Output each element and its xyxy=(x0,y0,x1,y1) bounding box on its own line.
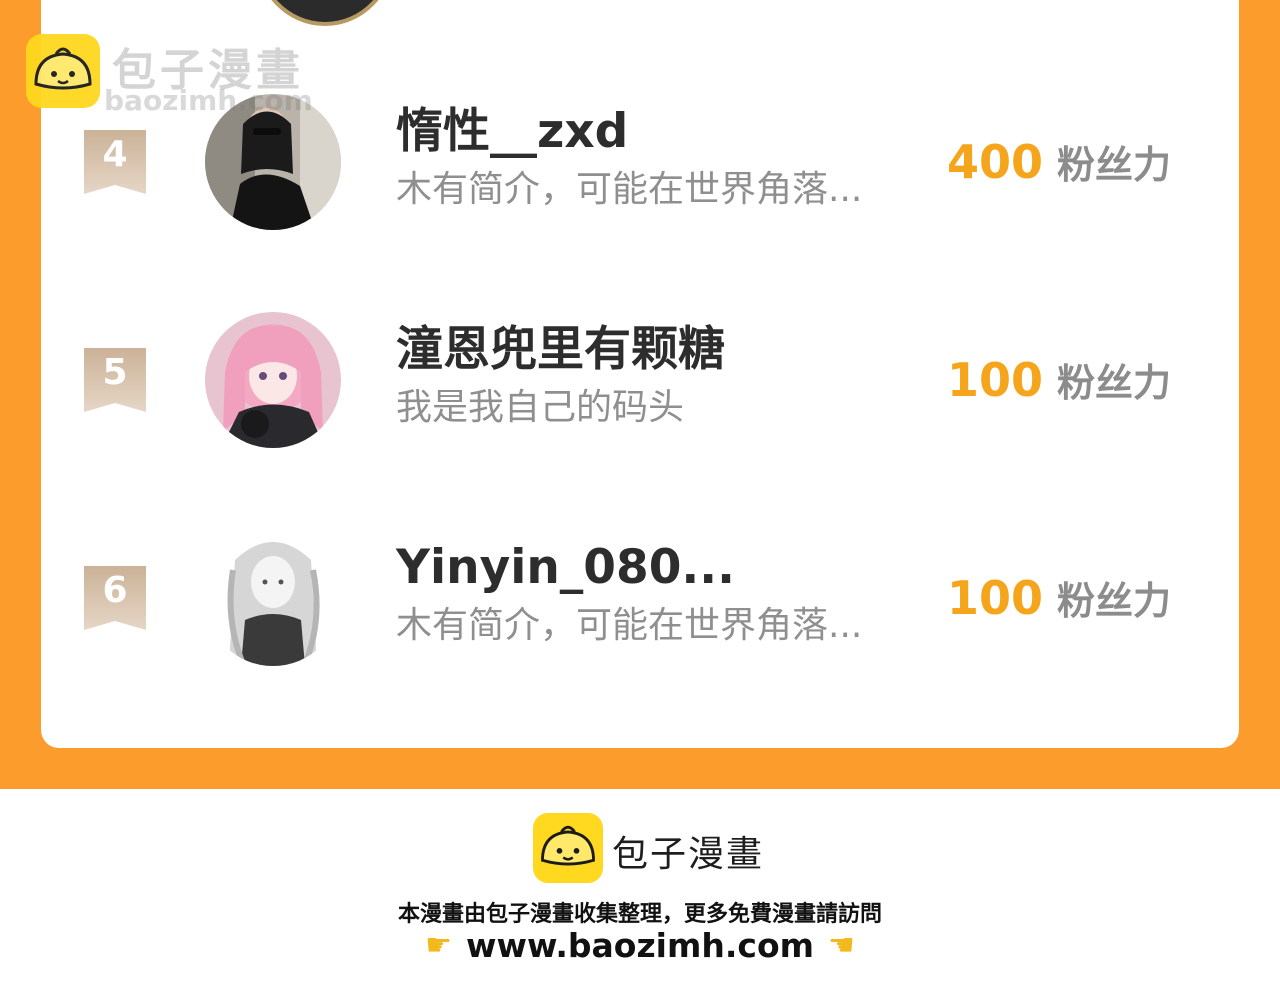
user-bio: 木有简介，可能在世界角落... xyxy=(396,169,863,210)
rank-badge: 6 xyxy=(84,566,146,630)
footer-url-link[interactable]: www.baozimh.com xyxy=(466,926,814,965)
ranking-row[interactable]: 6 Yinyin_080... 木有简介，可能在世界角落... 100 粉丝力 xyxy=(41,528,1239,668)
rank-badge: 4 xyxy=(84,130,146,194)
fans-value: 100 xyxy=(946,353,1043,407)
pointing-left-hand-icon: ☚ xyxy=(828,927,855,963)
user-bio: 木有简介，可能在世界角落... xyxy=(396,605,863,646)
fans-unit: 粉丝力 xyxy=(1056,143,1171,187)
rank-number: 5 xyxy=(102,352,128,393)
fans-unit: 粉丝力 xyxy=(1056,361,1171,405)
bun-logo-icon xyxy=(26,34,100,108)
user-bio: 我是我自己的码头 xyxy=(396,387,685,428)
avatar-partial xyxy=(255,0,395,26)
rank-badge: 5 xyxy=(84,348,146,412)
ranking-row[interactable]: 5 潼恩兜里有颗糖 我是我自己的码头 100 粉丝力 xyxy=(41,310,1239,450)
watermark-url: baozimh.com xyxy=(104,84,313,117)
bun-logo-icon xyxy=(533,813,603,883)
user-name[interactable]: Yinyin_080... xyxy=(396,542,735,594)
fans-power: 100 粉丝力 xyxy=(947,352,1171,407)
fans-value: 400 xyxy=(946,135,1043,189)
pointing-right-hand-icon: ☛ xyxy=(425,927,452,963)
user-name[interactable]: 潼恩兜里有颗糖 xyxy=(396,324,725,376)
fans-power: 100 粉丝力 xyxy=(947,570,1171,625)
avatar[interactable] xyxy=(205,530,341,666)
avatar[interactable] xyxy=(205,312,341,448)
user-name[interactable]: 惰性__zxd xyxy=(396,106,628,158)
rank-number: 4 xyxy=(102,134,128,175)
footer-url-row: ☛ www.baozimh.com ☚ xyxy=(0,926,1280,965)
fans-unit: 粉丝力 xyxy=(1056,579,1171,623)
footer-note: 本漫畫由包子漫畫收集整理，更多免費漫畫請訪問 xyxy=(397,902,882,927)
rank-number: 6 xyxy=(102,570,128,611)
fans-value: 100 xyxy=(946,571,1043,625)
footer-brand: 包子漫畫 xyxy=(612,834,765,875)
fans-power: 400 粉丝力 xyxy=(947,134,1171,189)
